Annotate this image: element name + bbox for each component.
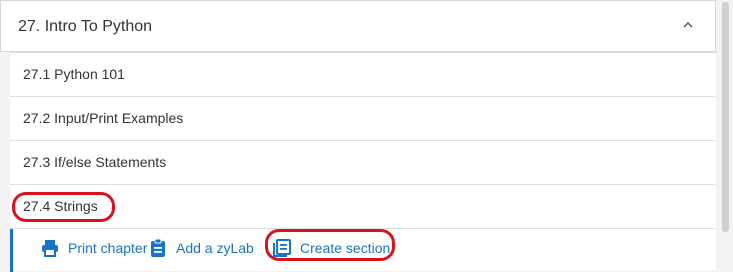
action-bar-accent [10,229,13,272]
add-zylab-label: Add a zyLab [176,240,254,256]
printer-icon [42,240,58,257]
chapter-panel: 27. Intro To Python 27.1 Python 101 27.2… [0,0,733,272]
section-item-27-2[interactable]: 27.2 Input/Print Examples [10,96,716,140]
section-item-27-1[interactable]: 27.1 Python 101 [10,52,716,96]
document-list-icon [273,239,291,257]
chapter-header[interactable]: 27. Intro To Python [0,0,716,52]
create-section-button[interactable]: Create section [272,237,390,259]
scrollbar-thumb[interactable] [722,2,729,232]
section-label[interactable]: 27.2 Input/Print Examples [23,110,183,126]
section-label[interactable]: 27.1 Python 101 [23,66,125,82]
section-label[interactable]: 27.4 Strings [23,198,98,214]
print-chapter-button[interactable]: Print chapter [40,237,147,259]
scrollbar[interactable] [718,0,733,271]
chevron-up-icon[interactable] [681,18,695,32]
add-zylab-button[interactable]: Add a zyLab [148,237,254,259]
chapter-title: 27. Intro To Python [18,18,153,35]
print-chapter-label: Print chapter [68,240,148,256]
chapter-action-bar: Print chapter Add a zyLab Create section [10,228,716,272]
clipboard-icon [151,238,165,257]
create-section-label: Create section [300,240,391,256]
section-label[interactable]: 27.3 If/else Statements [23,154,166,170]
section-item-27-4[interactable]: 27.4 Strings [10,184,716,228]
section-item-27-3[interactable]: 27.3 If/else Statements [10,140,716,184]
